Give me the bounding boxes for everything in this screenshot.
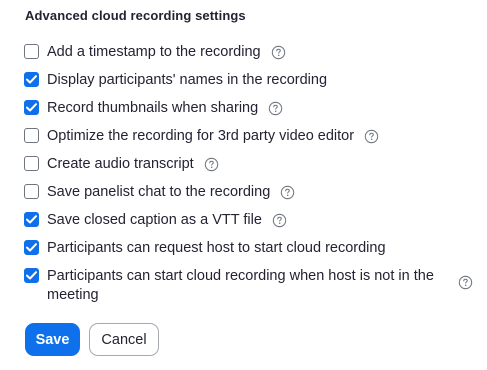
checkbox[interactable]	[24, 44, 39, 59]
checkbox[interactable]	[24, 128, 39, 143]
option-record-thumbnails[interactable]: Record thumbnails when sharing	[24, 99, 283, 118]
checkbox[interactable]	[24, 156, 39, 171]
checkbox[interactable]	[24, 72, 39, 87]
option-label: Display participants' names in the recor…	[47, 72, 328, 88]
question-circle-icon[interactable]	[268, 101, 283, 116]
advanced-cloud-recording-settings-panel: Advanced cloud recording settings Add a …	[0, 0, 487, 370]
question-circle-icon[interactable]	[458, 275, 473, 290]
save-button[interactable]: Save	[25, 323, 80, 356]
option-save-panelist-chat[interactable]: Save panelist chat to the recording	[24, 183, 295, 202]
option-label: Participants can start cloud recording w…	[47, 268, 434, 303]
option-display-participant-names[interactable]: Display participants' names in the recor…	[24, 71, 327, 90]
checkbox[interactable]	[24, 212, 39, 227]
option-optimize-3rd-party-editor[interactable]: Optimize the recording for 3rd party vid…	[24, 127, 379, 146]
question-circle-icon[interactable]	[271, 45, 286, 60]
option-label: Record thumbnails when sharing	[47, 100, 259, 116]
checkbox[interactable]	[24, 240, 39, 255]
section-title: Advanced cloud recording settings	[25, 8, 246, 23]
option-label: Participants can request host to start c…	[47, 240, 386, 256]
question-circle-icon[interactable]	[204, 157, 219, 172]
option-create-audio-transcript[interactable]: Create audio transcript	[24, 155, 219, 174]
question-circle-icon[interactable]	[364, 129, 379, 144]
question-circle-icon[interactable]	[272, 213, 287, 228]
checkbox[interactable]	[24, 100, 39, 115]
cancel-button[interactable]: Cancel	[89, 323, 159, 356]
option-request-host-start-recording[interactable]: Participants can request host to start c…	[24, 239, 386, 258]
option-label: Save panelist chat to the recording	[47, 184, 271, 200]
option-participants-start-recording-without-host[interactable]: Participants can start cloud recording w…	[24, 267, 474, 305]
option-save-closed-caption-vtt[interactable]: Save closed caption as a VTT file	[24, 211, 287, 230]
option-label: Optimize the recording for 3rd party vid…	[47, 128, 355, 144]
checkbox[interactable]	[24, 268, 39, 283]
option-add-timestamp[interactable]: Add a timestamp to the recording	[24, 43, 286, 62]
option-label: Save closed caption as a VTT file	[47, 212, 262, 228]
checkbox[interactable]	[24, 184, 39, 199]
option-label: Create audio transcript	[47, 156, 194, 172]
option-label: Add a timestamp to the recording	[47, 44, 261, 60]
question-circle-icon[interactable]	[280, 185, 295, 200]
